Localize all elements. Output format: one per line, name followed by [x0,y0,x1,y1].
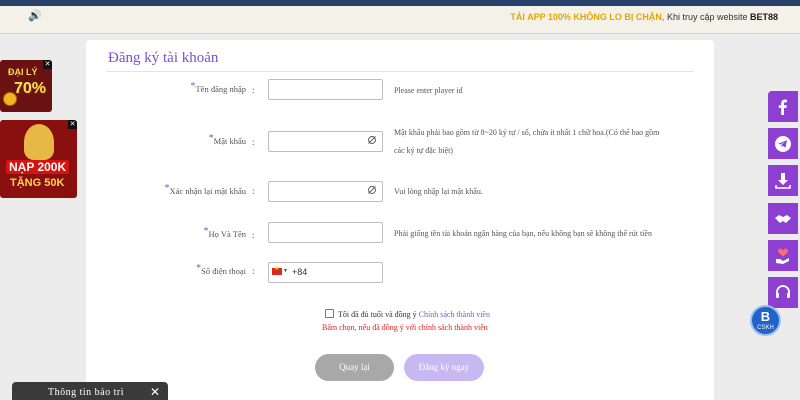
confirm-password-label: *Xác nhận lại mật khẩu [164,183,246,196]
terms-checkbox[interactable] [325,309,334,318]
support-button[interactable] [768,277,798,308]
registration-card: Đăng ký tài khoản *Tên đăng nhập : Pleas… [86,40,714,400]
facebook-button[interactable] [768,91,798,122]
country-code: +84 [292,267,308,277]
promo-value: 70% [14,80,47,97]
close-icon[interactable]: ✕ [68,120,77,129]
back-button[interactable]: Quay lại [315,354,394,381]
marquee-brand: BET88 [749,12,778,22]
password-hint: Mật khẩu phải bao gồm từ 8~20 ký tự / số… [394,128,660,155]
terms-agreement: Tôi đã đủ tuổi và đồng ý Chính sách thàn… [325,309,490,319]
handshake-icon [775,214,791,223]
download-button[interactable] [768,165,798,196]
username-hint: Please enter player id [394,86,463,95]
terms-warning: Bấm chọn, nếu đã đồng ý với chính sách t… [322,323,488,332]
title-divider [106,71,694,72]
announcement-marquee: TẢI APP 100% KHÔNG LO BỊ CHẶN, Khi truy … [510,12,778,22]
close-icon[interactable]: ✕ [43,60,52,69]
tray-label: Thông tin bảo trì [48,387,124,398]
phone-input[interactable]: ▼ +84 [268,262,383,283]
close-icon[interactable]: ✕ [150,385,160,399]
telegram-button[interactable] [768,128,798,159]
promo-value: TẶNG 50K [10,177,65,189]
top-banner: 🔊 TẢI APP 100% KHÔNG LO BỊ CHẶN, Khi tru… [0,0,800,34]
agent-promo-banner[interactable]: ĐẠI LÝ 70% ✕ [0,60,52,112]
telegram-icon [775,135,791,152]
fortune-god-icon [24,124,54,160]
username-input[interactable] [268,79,383,100]
phone-label: *Số điện thoại [196,263,246,276]
promo-title: NẠP 200K [6,160,70,174]
chevron-down-icon[interactable]: ▼ [283,269,288,274]
fullname-label: *Họ Và Tên [203,226,246,239]
support-label: CSKH [757,325,774,331]
partner-button[interactable] [768,203,798,234]
support-icon [776,284,790,298]
marquee-highlight: TẢI APP 100% KHÔNG LO BỊ CHẶN, [510,12,665,22]
marquee-text: Khi truy cập website [664,12,750,22]
maintenance-tray[interactable]: Thông tin bảo trì ✕ [12,382,168,400]
eye-slash-icon[interactable] [367,185,377,195]
fullname-input[interactable] [268,222,383,243]
speaker-icon[interactable]: 🔊 [28,9,42,22]
deposit-promo-banner[interactable]: NẠP 200K TẶNG 50K ✕ [0,120,77,198]
customer-support-button[interactable]: B CSKH [750,305,781,336]
confirm-password-hint: Vui lòng nhập lại mật khẩu. [394,187,483,196]
fullname-hint: Phải giống tên tài khoản ngân hàng của b… [394,229,652,238]
password-input[interactable] [268,131,383,152]
page-title: Đăng ký tài khoản [108,50,219,66]
terms-text: Tôi đã đủ tuổi và đồng ý [338,310,417,319]
confirm-password-input[interactable] [268,181,383,202]
promo-title: ĐẠI LÝ [8,67,38,77]
register-button[interactable]: Đăng ký ngay [404,354,484,381]
username-label: *Tên đăng nhập [190,81,246,94]
support-logo: B [760,309,771,324]
vietnam-flag-icon[interactable] [272,265,282,275]
terms-link[interactable]: Chính sách thành viên [419,310,490,319]
password-label: *Mật khẩu [208,133,246,146]
charity-button[interactable] [768,240,798,271]
facebook-icon [778,99,787,115]
download-icon [775,172,791,189]
eye-slash-icon[interactable] [367,135,377,145]
heart-hand-icon [776,248,789,264]
